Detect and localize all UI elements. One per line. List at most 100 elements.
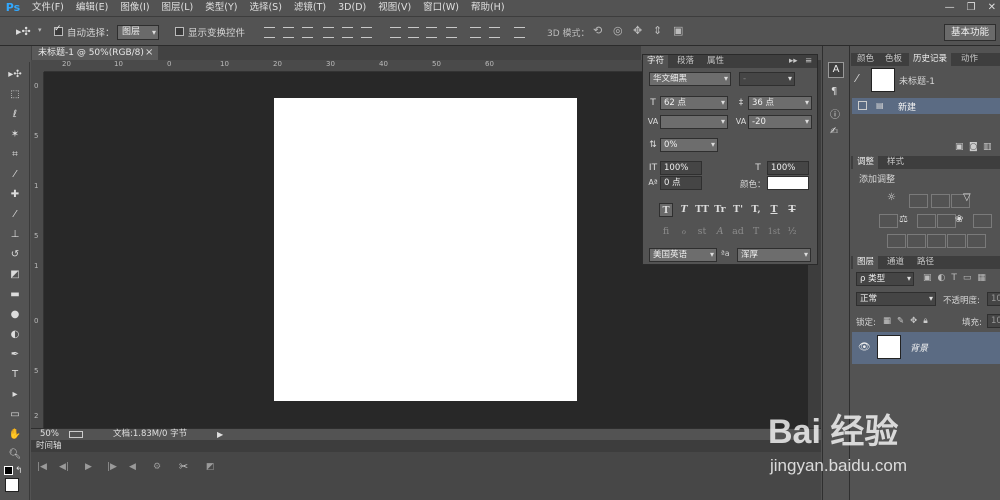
text-color-swatch[interactable] (767, 176, 809, 190)
3d-roll-icon[interactable]: ◎ (613, 24, 623, 37)
document-close-icon[interactable]: × (145, 46, 153, 59)
menu-layer[interactable]: 图层(L) (156, 0, 200, 16)
black-white-icon[interactable] (917, 214, 936, 228)
next-frame-icon[interactable]: |▶ (107, 462, 117, 472)
layer-row[interactable]: 👁︎ 背景 (852, 332, 1000, 364)
background-color-swatch[interactable] (5, 478, 19, 492)
font-style-select[interactable]: - (739, 72, 795, 86)
auto-select-dropdown[interactable]: 图层 (117, 25, 159, 40)
fill-field[interactable]: 10 (987, 314, 1000, 328)
layer-filter-kind[interactable]: ρ 类型 (856, 272, 914, 286)
split-scissors-icon[interactable]: ✂ (179, 460, 188, 473)
subscript-button[interactable]: T, (749, 203, 763, 217)
color-lookup-icon[interactable] (973, 214, 992, 228)
layer-name[interactable]: 背景 (910, 341, 928, 354)
history-item[interactable]: ▤ 新建 (852, 98, 1000, 114)
hand-tool-icon[interactable]: ✋ (7, 428, 23, 442)
ligature-button[interactable]: fi (659, 225, 673, 239)
crop-tool-icon[interactable]: ⌗ (7, 148, 23, 162)
blur-tool-icon[interactable]: ● (7, 308, 23, 322)
menu-file[interactable]: 文件(F) (26, 0, 70, 16)
lock-icons[interactable]: ▦✎✥🔒︎ (883, 316, 934, 326)
camera-icon[interactable]: ◙ (969, 142, 978, 152)
type-tool-icon[interactable]: T (7, 368, 23, 382)
levels-icon[interactable] (909, 194, 928, 208)
distribute-bottom-icon[interactable] (426, 27, 437, 38)
brush-tool-icon[interactable]: ⁄ (7, 208, 23, 222)
anti-alias-select[interactable]: 浑厚 (737, 248, 811, 262)
layer-filter-icons[interactable]: ▣◐T▭▦ (923, 273, 992, 283)
stylistic-ligature-button[interactable]: st (695, 225, 709, 239)
settings-gear-icon[interactable]: ⚙ (153, 462, 161, 472)
titling-alternates-button[interactable]: T (749, 225, 763, 239)
foreground-color-swatch[interactable] (4, 466, 13, 475)
zoom-tool-icon[interactable]: 🔍︎ (7, 448, 23, 462)
move-tool-preset-icon[interactable]: ▸✣ (16, 25, 31, 38)
history-brush-icon[interactable]: ↺ (7, 248, 23, 262)
superscript-button[interactable]: T' (731, 203, 745, 217)
baseline-shift-field[interactable]: 0 点 (660, 176, 702, 190)
distribute-hcenter-icon[interactable] (470, 27, 481, 38)
panel-menu-icon[interactable]: ≡ (801, 55, 816, 68)
collapse-panel-icon[interactable]: ▸▸ (785, 55, 802, 68)
menu-type[interactable]: 类型(Y) (199, 0, 243, 16)
gradient-map-icon[interactable] (967, 234, 986, 248)
shape-tool-icon[interactable]: ▭ (7, 408, 23, 422)
vertical-scale-field[interactable]: 100% (660, 161, 702, 175)
language-select[interactable]: 美国英语 (649, 248, 717, 262)
play-icon[interactable]: ▶ (85, 462, 92, 472)
swap-colors-icon[interactable]: ↰ (15, 466, 23, 476)
workspace-button[interactable]: 基本功能 (943, 24, 996, 41)
photo-filter-icon[interactable] (937, 214, 956, 228)
healing-brush-icon[interactable]: ✚ (7, 188, 23, 202)
posterize-icon[interactable] (907, 234, 926, 248)
vibrance-icon[interactable]: ▽ (963, 192, 982, 206)
move-tool-icon[interactable]: ▸✣ (7, 68, 23, 82)
opacity-field[interactable]: 10 (987, 292, 1000, 306)
marquee-tool-icon[interactable]: ⬚ (7, 88, 23, 102)
threshold-icon[interactable] (927, 234, 946, 248)
swash-button[interactable]: A (713, 225, 727, 239)
tab-properties[interactable]: 属性 (703, 55, 728, 68)
brightness-icon[interactable]: ☼ (887, 192, 906, 206)
menu-select[interactable]: 选择(S) (243, 0, 287, 16)
tracking-field[interactable]: -20 (748, 115, 812, 129)
restore-button[interactable]: ❐ (967, 0, 976, 16)
discretionary-ligature-button[interactable]: ℴ (677, 225, 691, 239)
tab-layers[interactable]: 图层 (853, 256, 879, 269)
menu-image[interactable]: 图像(I) (114, 0, 155, 16)
chevron-down-icon[interactable]: ▾ (38, 26, 42, 34)
hue-saturation-icon[interactable] (879, 214, 898, 228)
leading-field[interactable]: 36 点 (748, 96, 812, 110)
vertical-ruler[interactable]: 0 5 1 5 1 0 5 2 (31, 72, 44, 428)
tab-character[interactable]: 字符 (643, 55, 669, 68)
snapshot-name[interactable]: 未标题-1 (899, 74, 935, 87)
stylistic-alternates-button[interactable]: ad (731, 225, 745, 239)
audio-icon[interactable]: ◀ (129, 462, 136, 472)
blend-mode-select[interactable]: 正常 (856, 292, 936, 306)
document-tab[interactable]: 未标题-1 @ 50%(RGB/8) (32, 46, 158, 60)
invert-icon[interactable] (887, 234, 906, 248)
kerning-field[interactable] (660, 115, 728, 129)
brush-panel-icon[interactable]: ✍ (830, 126, 838, 137)
tab-paths[interactable]: 路径 (913, 256, 938, 269)
faux-italic-button[interactable]: T (677, 203, 691, 217)
trash-icon[interactable]: ▥ (983, 142, 992, 152)
history-brush-source-icon[interactable]: ⁄ (856, 72, 858, 85)
paragraph-panel-icon[interactable]: ¶ (831, 86, 837, 97)
eye-icon[interactable]: 👁︎ (858, 342, 871, 353)
clone-stamp-icon[interactable]: ⊥ (7, 228, 23, 242)
3d-scale-icon[interactable]: ▣ (673, 24, 683, 37)
distribute-top-icon[interactable] (390, 27, 401, 38)
gradient-tool-icon[interactable]: ▬ (7, 288, 23, 302)
horizontal-scale-field[interactable]: 100% (767, 161, 809, 175)
tab-paragraph[interactable]: 段落 (673, 55, 698, 68)
status-menu-icon[interactable]: ▶ (217, 429, 223, 440)
magic-wand-icon[interactable]: ✶ (7, 128, 23, 142)
auto-align-icon[interactable] (514, 27, 525, 38)
font-size-field[interactable]: 62 点 (660, 96, 728, 110)
distribute-right-icon[interactable] (489, 27, 500, 38)
menu-edit[interactable]: 编辑(E) (70, 0, 114, 16)
pen-tool-icon[interactable]: ✒ (7, 348, 23, 362)
tab-color[interactable]: 颜色 (853, 53, 878, 66)
